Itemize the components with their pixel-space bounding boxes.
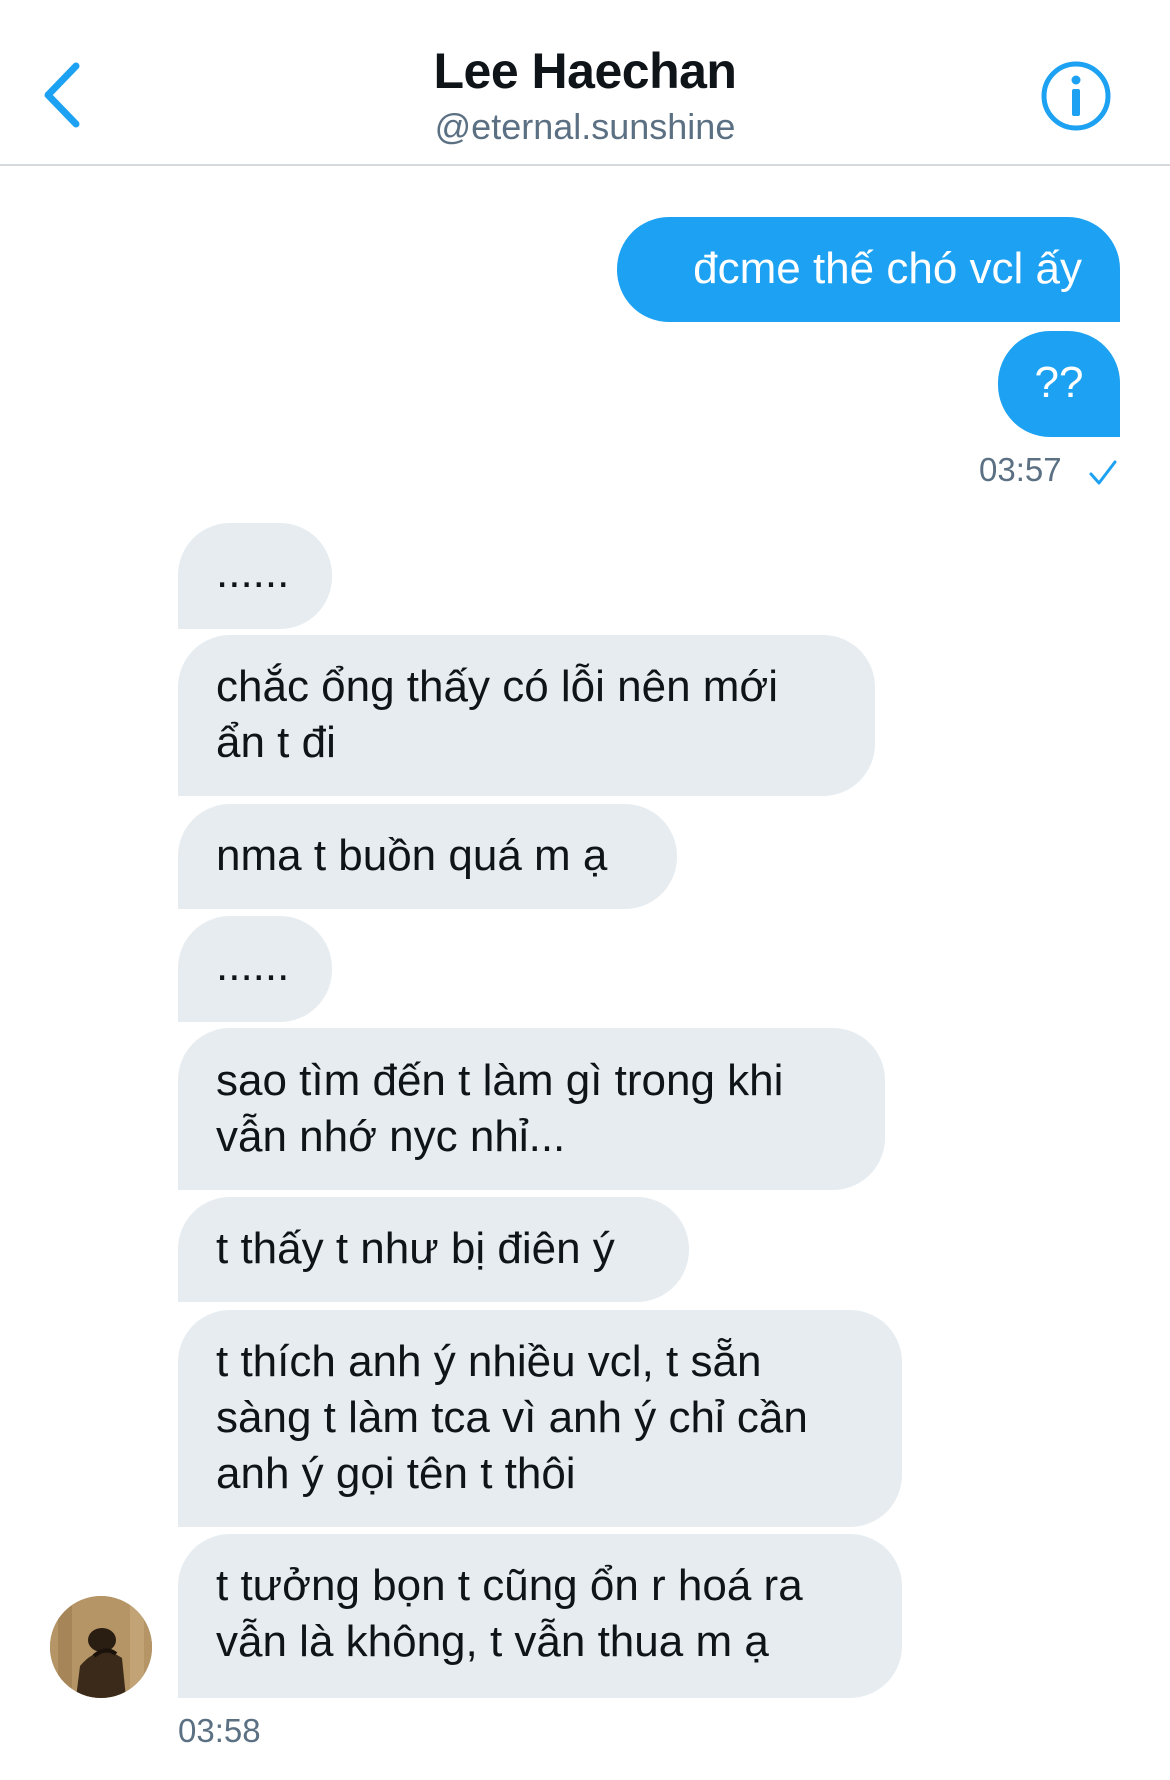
outgoing-message[interactable]: ??: [998, 331, 1120, 437]
avatar[interactable]: [50, 1596, 152, 1698]
message-timestamp: 03:57: [979, 451, 1062, 488]
incoming-message[interactable]: sao tìm đến t làm gì trong khi vẫn nhớ n…: [178, 1028, 885, 1190]
contact-handle: @eternal.sunshine: [434, 106, 736, 147]
outgoing-message[interactable]: đcme thế chó vcl ấy: [617, 217, 1120, 322]
incoming-message[interactable]: ......: [178, 916, 332, 1022]
incoming-message[interactable]: t thấy t như bị điên ý: [178, 1197, 689, 1302]
incoming-message[interactable]: t tưởng bọn t cũng ổn r hoá ra vẫn là kh…: [178, 1534, 902, 1698]
checkmark-icon: [1089, 460, 1117, 485]
incoming-message[interactable]: ......: [178, 523, 332, 629]
info-button[interactable]: [1040, 60, 1112, 132]
incoming-message[interactable]: nma t buồn quá m ạ: [178, 804, 677, 909]
info-circle-icon: [1041, 61, 1111, 131]
incoming-message[interactable]: chắc ổng thấy có lỗi nên mới ẩn t đi: [178, 635, 875, 796]
conversation-header: Lee Haechan @eternal.sunshine: [0, 0, 1170, 166]
incoming-message[interactable]: t thích anh ý nhiều vcl, t sẵn sàng t là…: [178, 1310, 902, 1527]
message-timestamp: 03:58: [178, 1712, 261, 1749]
avatar-photo: [50, 1596, 152, 1698]
contact-name: Lee Haechan: [433, 43, 737, 99]
